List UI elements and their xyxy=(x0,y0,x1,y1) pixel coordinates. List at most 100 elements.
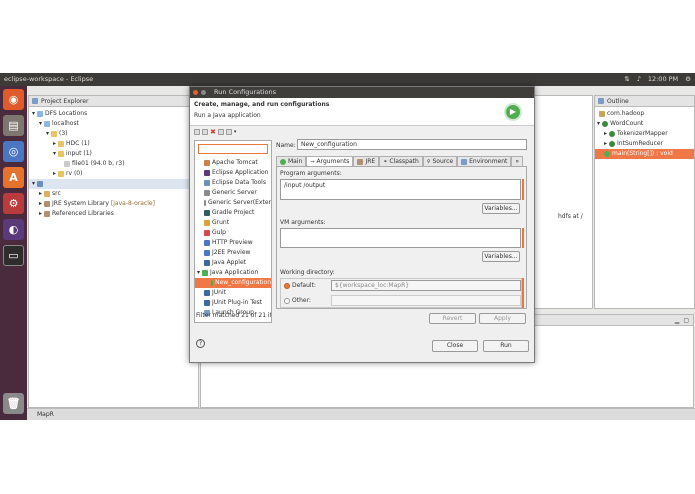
duplicate-icon[interactable] xyxy=(202,129,208,135)
launcher: ◉ ▤ ◎ A ⚙ ◐ ▭ 🗑 xyxy=(0,86,27,420)
default-dir-input: ${workspace_loc:MapR} xyxy=(331,280,521,291)
settings-icon[interactable]: ⚙ xyxy=(3,193,24,214)
outline-item[interactable]: ▾ WordCount xyxy=(595,119,694,129)
applet-icon xyxy=(204,260,210,266)
outline-tab[interactable]: Outline xyxy=(595,96,694,107)
screen: eclipse-workspace - Eclipse ⇅ ♪ 12:00 PM… xyxy=(0,73,695,420)
vm-args-scrollbar[interactable] xyxy=(522,228,524,248)
default-radio[interactable]: Default: xyxy=(284,282,316,289)
minimize-window-icon[interactable] xyxy=(201,90,206,95)
source-icon: ⚲ xyxy=(426,158,431,165)
outline-label: com.hadoop xyxy=(607,110,645,117)
outline-label: main(String[]) : void xyxy=(612,150,673,157)
name-input[interactable]: New_configuration xyxy=(297,139,527,150)
minimize-icon[interactable]: ▁ xyxy=(675,317,680,324)
config-type-item[interactable]: Eclipse Application xyxy=(195,168,271,178)
working-dir-group: Default: ${workspace_loc:MapR} Other: xyxy=(280,278,522,308)
config-type-item[interactable]: ▾ Java Application xyxy=(195,268,271,278)
config-type-item[interactable]: Generic Server xyxy=(195,188,271,198)
config-type-item[interactable]: JUnit xyxy=(195,288,271,298)
window-title: eclipse-workspace - Eclipse xyxy=(4,75,94,83)
updown-arrows-icon[interactable]: ⇅ xyxy=(624,73,629,86)
config-type-item[interactable]: Grunt xyxy=(195,218,271,228)
outline-item[interactable]: com.hadoop xyxy=(595,109,694,119)
tree-item-rv[interactable]: ▸ rv (0) xyxy=(29,169,198,179)
config-type-item[interactable]: J2EE Preview xyxy=(195,248,271,258)
gulp-icon xyxy=(204,230,210,236)
filter-status: Filter matched 21 of 21 ite xyxy=(196,312,271,319)
tree-item-file01[interactable]: file01 (94.0 b, r3) xyxy=(29,159,198,169)
tab-main[interactable]: Main xyxy=(276,156,307,166)
close-button[interactable]: Close xyxy=(432,340,478,352)
tab-source[interactable]: ⚲ Source xyxy=(422,156,458,166)
tree-item-localhost[interactable]: ▾ localhost xyxy=(29,119,198,129)
expand-arrow-icon[interactable]: ▾ xyxy=(197,268,200,278)
help-icon[interactable]: ? xyxy=(196,339,205,348)
ubuntu-logo-icon[interactable]: ◉ xyxy=(3,89,24,110)
program-variables-button[interactable]: Variables... xyxy=(482,203,520,214)
tab-jre[interactable]: JRE xyxy=(353,156,380,166)
server-icon xyxy=(204,200,206,206)
terminal-icon[interactable]: ▭ xyxy=(3,245,24,266)
tree-item-ref-libs[interactable]: ▸ Referenced Libraries xyxy=(29,209,198,219)
config-type-item[interactable]: HTTP Preview xyxy=(195,238,271,248)
status-bar: MapR xyxy=(27,408,695,420)
tree-item-project[interactable]: ▾ xyxy=(29,179,198,189)
volume-icon[interactable]: ♪ xyxy=(637,73,641,86)
outline-item[interactable]: ▸ TokenizerMapper xyxy=(595,129,694,139)
program-args-input[interactable]: /input /output xyxy=(280,179,521,200)
classpath-icon: ⚭ xyxy=(383,158,388,165)
clock[interactable]: 12:00 PM xyxy=(648,73,678,86)
config-type-item[interactable]: Java Applet xyxy=(195,258,271,268)
config-type-item[interactable]: Generic Server(Exter xyxy=(195,198,271,208)
grunt-icon xyxy=(204,220,210,226)
tab-arguments[interactable]: ⇒ Arguments xyxy=(306,156,354,166)
apply-button[interactable]: Apply xyxy=(479,313,526,324)
tree-item-dfs[interactable]: ▾ DFS Locations xyxy=(29,109,198,119)
run-button[interactable]: Run xyxy=(483,340,529,352)
filter-icon[interactable] xyxy=(225,129,232,135)
config-type-item[interactable]: Eclipse Data Tools xyxy=(195,178,271,188)
tab-environment[interactable]: Environment xyxy=(457,156,512,166)
maximize-icon[interactable]: ▢ xyxy=(683,317,689,324)
software-center-icon[interactable]: A xyxy=(3,167,24,188)
tree-label: localhost xyxy=(52,120,79,127)
tree-item-hdc[interactable]: ▸ HDC (1) xyxy=(29,139,198,149)
tree-item-root[interactable]: ▾ (3) xyxy=(29,129,198,139)
tree-item-input[interactable]: ▾ input (1) xyxy=(29,149,198,159)
collapse-all-icon[interactable] xyxy=(217,129,224,135)
filter-input[interactable] xyxy=(198,144,268,154)
config-type-item[interactable]: Gradle Project xyxy=(195,208,271,218)
editor-code-fragment: hdfs at / xyxy=(558,213,583,220)
delete-icon[interactable]: ✖ xyxy=(210,129,216,136)
config-type-item[interactable]: Apache Tomcat xyxy=(195,158,271,168)
other-radio[interactable]: Other: xyxy=(284,297,311,304)
tab-more[interactable]: » xyxy=(511,156,524,166)
outline-item[interactable]: ▸ IntSumReducer xyxy=(595,139,694,149)
arguments-panel: Program arguments: /input /output Variab… xyxy=(276,166,527,309)
tab-classpath[interactable]: ⚭ Classpath xyxy=(379,156,423,166)
gear-icon[interactable]: ⚙ xyxy=(685,73,691,86)
revert-button[interactable]: Revert xyxy=(429,313,476,324)
config-item-selected[interactable]: New_configuration xyxy=(195,278,271,288)
close-window-icon[interactable] xyxy=(193,90,198,95)
tree-item-jre[interactable]: ▸ JRE System Library [java-8-oracle] xyxy=(29,199,198,209)
chrome-icon[interactable]: ◎ xyxy=(3,141,24,162)
chevron-down-icon[interactable]: ▾ xyxy=(234,129,237,135)
config-type-item[interactable]: Gulp xyxy=(195,228,271,238)
eclipse-icon[interactable]: ◐ xyxy=(3,219,24,240)
main-tab-icon xyxy=(280,158,286,165)
project-explorer-tab[interactable]: Project Explorer xyxy=(29,96,198,107)
vm-variables-button[interactable]: Variables... xyxy=(482,251,520,262)
program-args-scrollbar[interactable] xyxy=(522,179,524,200)
new-config-icon[interactable] xyxy=(194,129,200,135)
outline-item-selected[interactable]: main(String[]) : void xyxy=(595,149,694,159)
tab-label: Arguments xyxy=(316,157,350,165)
files-icon[interactable]: ▤ xyxy=(3,115,24,136)
vm-args-input[interactable] xyxy=(280,228,521,248)
panel-scrollbar[interactable] xyxy=(522,278,524,308)
trash-icon[interactable]: 🗑 xyxy=(3,393,24,414)
config-type-item[interactable]: JUnit Plug-in Test xyxy=(195,298,271,308)
tree-item-src[interactable]: ▸ src xyxy=(29,189,198,199)
top-panel: eclipse-workspace - Eclipse ⇅ ♪ 12:00 PM… xyxy=(0,73,695,86)
